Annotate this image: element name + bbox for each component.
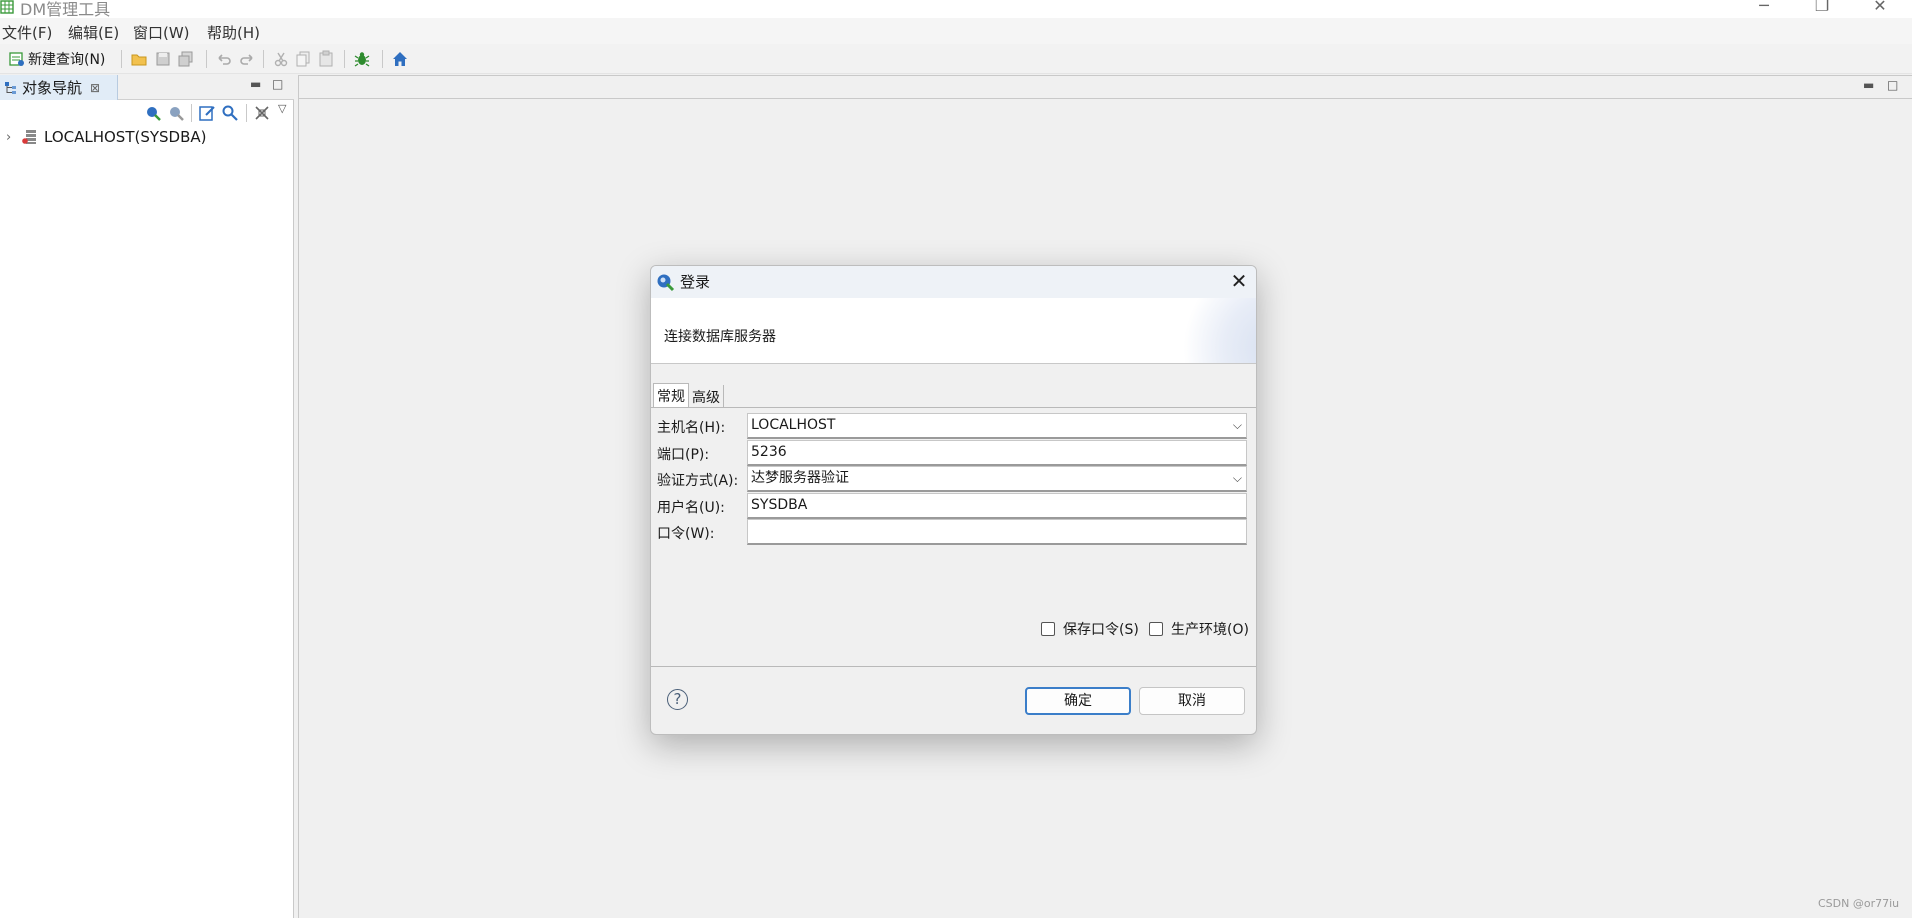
- window-close-button[interactable]: ✕: [1860, 0, 1900, 16]
- copy-icon[interactable]: [294, 49, 312, 69]
- editor-header: ▬ □: [299, 76, 1912, 99]
- toolbar-separator: [206, 50, 207, 68]
- panel-maximize-icon[interactable]: □: [272, 77, 283, 91]
- chevron-down-icon[interactable]: ⌵: [1233, 467, 1242, 489]
- new-query-icon: [9, 52, 24, 66]
- host-value: LOCALHOST: [751, 417, 836, 433]
- username-label: 用户名(U):: [657, 500, 725, 516]
- dialog-close-button[interactable]: ✕: [1227, 269, 1251, 293]
- auth-method-label: 验证方式(A):: [657, 473, 739, 489]
- restore-button[interactable]: ❐: [1802, 0, 1842, 16]
- save-password-label: 保存口令(S): [1063, 622, 1139, 638]
- main-toolbar: 新建查询(N): [0, 44, 1912, 74]
- tab-advanced[interactable]: 高级: [689, 385, 724, 407]
- navigator-tab-label: 对象导航: [22, 79, 83, 97]
- toolbar-separator: [246, 104, 247, 122]
- dialog-titlebar: 登录 ✕: [651, 266, 1256, 298]
- password-input[interactable]: [747, 519, 1247, 545]
- tree-item-localhost[interactable]: › LOCALHOST(SYSDBA): [6, 127, 207, 147]
- object-navigator-panel: 对象导航 ⊠ ▬ □ ▽ › LOCALHOST(SYSDBA): [0, 75, 294, 918]
- paste-icon[interactable]: [317, 49, 335, 69]
- cancel-button[interactable]: 取消: [1139, 687, 1245, 715]
- chevron-down-icon[interactable]: ⌵: [1233, 414, 1242, 436]
- tab-general[interactable]: 常规: [653, 383, 689, 407]
- navigator-toolbar: ▽: [0, 100, 294, 126]
- search-icon[interactable]: [221, 104, 239, 122]
- collapse-all-icon[interactable]: [253, 104, 271, 122]
- login-dialog: 登录 ✕ 连接数据库服务器 常规 高级 主机名(H): LOCALHOST ⌵ …: [650, 265, 1257, 735]
- new-query-button[interactable]: 新建查询(N): [8, 49, 105, 69]
- username-input[interactable]: SYSDBA: [747, 493, 1247, 519]
- redo-icon[interactable]: [238, 49, 256, 69]
- panel-minimize-icon[interactable]: ▬: [250, 77, 261, 91]
- production-env-checkbox[interactable]: [1149, 622, 1163, 636]
- menu-help[interactable]: 帮助(H): [207, 22, 260, 43]
- port-input[interactable]: 5236: [747, 440, 1247, 466]
- ok-button[interactable]: 确定: [1025, 687, 1131, 715]
- home-icon[interactable]: [391, 49, 409, 69]
- port-label: 端口(P):: [657, 447, 710, 463]
- tree-item-label: LOCALHOST(SYSDBA): [44, 128, 207, 146]
- undo-icon[interactable]: [215, 49, 233, 69]
- database-server-icon: [22, 130, 36, 144]
- password-label: 口令(W):: [657, 526, 715, 542]
- minimize-button[interactable]: ─: [1744, 0, 1784, 16]
- new-query-label: 新建查询(N): [28, 52, 106, 68]
- save-password-option[interactable]: 保存口令(S): [1041, 619, 1139, 639]
- port-value: 5236: [751, 444, 787, 460]
- watermark-text: CSDN @or77iu: [1818, 897, 1900, 910]
- dialog-tabs: 常规 高级: [651, 383, 1256, 407]
- menu-edit[interactable]: 编辑(E): [68, 22, 119, 43]
- window-title: DM管理工具: [20, 0, 111, 19]
- dialog-description: 连接数据库服务器: [664, 329, 776, 345]
- login-key-icon: [657, 274, 675, 292]
- toolbar-separator: [263, 50, 264, 68]
- connect-icon[interactable]: [144, 104, 162, 122]
- toolbar-separator: [121, 50, 122, 68]
- username-value: SYSDBA: [751, 497, 808, 513]
- view-menu-icon[interactable]: ▽: [278, 102, 296, 120]
- banner-decoration: [1158, 298, 1256, 363]
- expand-chevron-icon[interactable]: ›: [6, 130, 16, 145]
- toolbar-separator: [344, 50, 345, 68]
- editor-minimize-icon[interactable]: ▬: [1863, 78, 1874, 92]
- edit-icon[interactable]: [198, 104, 216, 122]
- save-all-icon[interactable]: [177, 49, 195, 69]
- save-icon[interactable]: [154, 49, 172, 69]
- cut-icon[interactable]: [272, 49, 290, 69]
- tab-object-navigator[interactable]: 对象导航 ⊠: [0, 75, 118, 100]
- toolbar-separator: [191, 104, 192, 122]
- host-select[interactable]: LOCALHOST ⌵: [747, 413, 1247, 439]
- editor-maximize-icon[interactable]: □: [1887, 78, 1898, 92]
- menu-window[interactable]: 窗口(W): [133, 22, 190, 43]
- navigator-tab-row: 对象导航 ⊠ ▬ □: [0, 75, 294, 100]
- auth-method-select[interactable]: 达梦服务器验证 ⌵: [747, 466, 1247, 492]
- save-password-checkbox[interactable]: [1041, 622, 1055, 636]
- tree-structure-icon: [5, 81, 16, 94]
- debug-bug-icon[interactable]: [353, 49, 371, 69]
- menu-file[interactable]: 文件(F): [2, 22, 52, 43]
- dialog-title: 登录: [680, 273, 711, 291]
- toolbar-separator: [382, 50, 383, 68]
- close-tab-icon[interactable]: ⊠: [90, 81, 100, 95]
- menubar: 文件(F) 编辑(E) 窗口(W) 帮助(H): [0, 18, 1912, 44]
- host-label: 主机名(H):: [657, 420, 726, 436]
- dialog-banner: 连接数据库服务器: [651, 298, 1256, 364]
- auth-method-value: 达梦服务器验证: [751, 470, 849, 486]
- production-env-label: 生产环境(O): [1171, 622, 1249, 638]
- app-grid-icon: [0, 0, 14, 14]
- window-titlebar: DM管理工具 ─ ❐ ✕: [0, 0, 1912, 19]
- open-folder-icon[interactable]: [130, 49, 148, 69]
- disconnect-icon[interactable]: [167, 104, 185, 122]
- help-icon[interactable]: ?: [667, 689, 688, 710]
- production-env-option[interactable]: 生产环境(O): [1149, 619, 1249, 639]
